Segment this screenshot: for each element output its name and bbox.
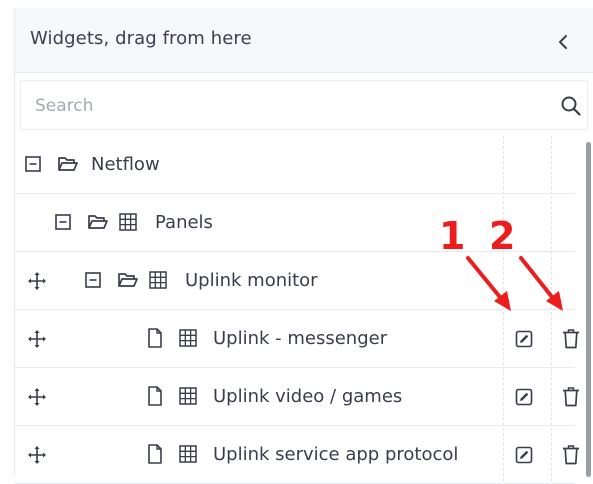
table-grid-icon bbox=[119, 213, 137, 231]
tree-label-uplink-monitor: Uplink monitor bbox=[185, 270, 318, 291]
edit-icon[interactable] bbox=[515, 388, 533, 406]
trash-icon[interactable] bbox=[562, 328, 580, 349]
table-grid-icon bbox=[179, 445, 197, 463]
panel-title: Widgets, drag from here bbox=[30, 28, 252, 49]
file-icon bbox=[148, 444, 162, 464]
tree-row-widget[interactable]: Uplink - messenger bbox=[15, 310, 579, 368]
file-icon bbox=[148, 386, 162, 406]
collapse-toggle-icon[interactable] bbox=[55, 214, 71, 230]
search-box bbox=[20, 80, 588, 130]
file-icon bbox=[148, 328, 162, 348]
folder-open-icon bbox=[58, 157, 78, 171]
edit-icon[interactable] bbox=[515, 446, 533, 464]
panel-header: Widgets, drag from here bbox=[15, 8, 593, 73]
tree-row-netflow[interactable]: Netflow bbox=[15, 136, 575, 194]
vertical-scrollbar[interactable] bbox=[586, 136, 591, 481]
tree-row-widget[interactable]: Uplink service app protocol bbox=[15, 426, 579, 484]
tree-label-widget: Uplink service app protocol bbox=[213, 444, 459, 465]
drag-handle-icon[interactable] bbox=[27, 271, 47, 291]
table-grid-icon bbox=[179, 387, 197, 405]
drag-handle-icon[interactable] bbox=[27, 387, 47, 407]
folder-open-icon bbox=[88, 215, 108, 229]
search-input[interactable] bbox=[35, 93, 535, 119]
search-icon[interactable] bbox=[559, 94, 583, 118]
tree-label-widget: Uplink - messenger bbox=[213, 328, 388, 349]
folder-open-icon bbox=[118, 273, 138, 287]
trash-icon[interactable] bbox=[562, 386, 580, 407]
drag-handle-icon[interactable] bbox=[27, 329, 47, 349]
tree-row-uplink-monitor[interactable]: Uplink monitor bbox=[15, 252, 575, 310]
trash-icon[interactable] bbox=[562, 444, 580, 465]
tree-row-widget[interactable]: Uplink video / games bbox=[15, 368, 579, 426]
scrollbar-thumb[interactable] bbox=[586, 142, 591, 477]
annotation-number-2: 2 bbox=[489, 214, 516, 258]
collapse-toggle-icon[interactable] bbox=[25, 156, 41, 172]
tree-label-netflow: Netflow bbox=[91, 154, 160, 175]
edit-icon[interactable] bbox=[515, 330, 533, 348]
table-grid-icon bbox=[179, 329, 197, 347]
tree-label-widget: Uplink video / games bbox=[213, 386, 403, 407]
table-grid-icon bbox=[149, 271, 167, 289]
drag-handle-icon[interactable] bbox=[27, 445, 47, 465]
tree-label-panels: Panels bbox=[155, 212, 213, 233]
collapse-toggle-icon[interactable] bbox=[85, 272, 101, 288]
annotation-number-1: 1 bbox=[439, 214, 466, 258]
chevron-left-icon[interactable] bbox=[551, 30, 575, 54]
